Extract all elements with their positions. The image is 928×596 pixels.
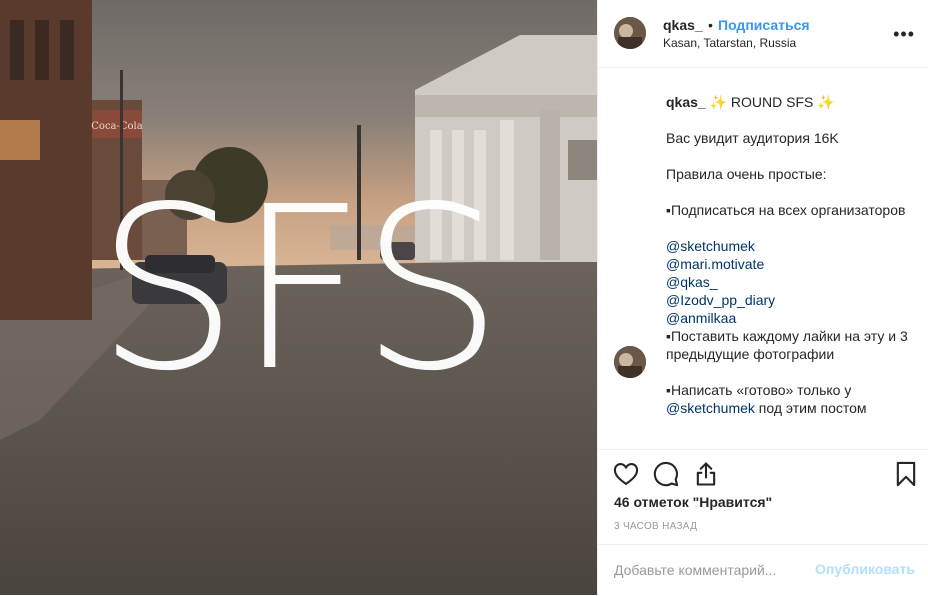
- caption-area: qkas_ ✨ ROUND SFS ✨ Вас увидит аудитория…: [598, 68, 928, 449]
- caption-rule-1: ▪Подписаться на всех организаторов: [666, 202, 906, 218]
- bookmark-icon[interactable]: [892, 460, 920, 488]
- sfs-overlay-text: SFS: [95, 159, 503, 421]
- separator-dot: •: [708, 17, 713, 33]
- avatar[interactable]: [614, 17, 646, 49]
- sign-text: Coca-Cola: [91, 121, 142, 132]
- comment-input[interactable]: [614, 559, 814, 581]
- caption-rule-3-prefix: ▪Написать «готово» только у: [666, 382, 852, 398]
- location-link[interactable]: Kasan, Tatarstan, Russia: [663, 36, 796, 50]
- mention-link[interactable]: @sketchumek: [666, 400, 755, 416]
- post-image[interactable]: Coca-Cola SFS: [0, 0, 597, 595]
- mention-link[interactable]: @sketchumek: [666, 238, 755, 254]
- share-icon[interactable]: [692, 460, 720, 488]
- caption-audience: Вас увидит аудитория 16K: [666, 130, 839, 146]
- caption-text: qkas_ ✨ ROUND SFS ✨ Вас увидит аудитория…: [666, 93, 916, 417]
- caption-rule-3-suffix: под этим постом: [754, 400, 867, 416]
- post-timestamp[interactable]: 3 ЧАСОВ НАЗАД: [614, 521, 697, 532]
- avatar-image: [614, 346, 646, 378]
- caption-rules-heading: Правила очень простые:: [666, 166, 827, 182]
- post-actions: 46 отметок "Нравится" 3 ЧАСОВ НАЗАД Опуб…: [598, 449, 928, 595]
- speech-bubble-icon[interactable]: [652, 460, 680, 488]
- comment-bar: Опубликовать: [598, 544, 928, 596]
- heart-icon[interactable]: [612, 460, 640, 488]
- avatar-image: [614, 17, 646, 49]
- username-link[interactable]: qkas_: [663, 17, 703, 33]
- post-header: qkas_ • Подписаться Kasan, Tatarstan, Ru…: [598, 0, 928, 68]
- caption-rule-2: ▪Поставить каждому лайки на эту и 3 пред…: [666, 328, 908, 362]
- post-side-panel: qkas_ • Подписаться Kasan, Tatarstan, Ru…: [597, 0, 928, 595]
- caption-title: ✨ ROUND SFS ✨: [705, 94, 835, 110]
- mention-link[interactable]: @Izodv_pp_diary: [666, 292, 775, 308]
- caption-author-link[interactable]: qkas_: [666, 94, 706, 110]
- mention-link[interactable]: @anmilkaa: [666, 310, 736, 326]
- mention-link[interactable]: @mari.motivate: [666, 256, 764, 272]
- post-comment-button[interactable]: Опубликовать: [815, 561, 915, 577]
- comment-avatar[interactable]: [614, 346, 646, 378]
- follow-button[interactable]: Подписаться: [718, 17, 810, 33]
- more-dots-icon[interactable]: •••: [893, 24, 915, 45]
- likes-count[interactable]: 46 отметок "Нравится": [614, 494, 772, 510]
- mention-link[interactable]: @qkas_: [666, 274, 718, 290]
